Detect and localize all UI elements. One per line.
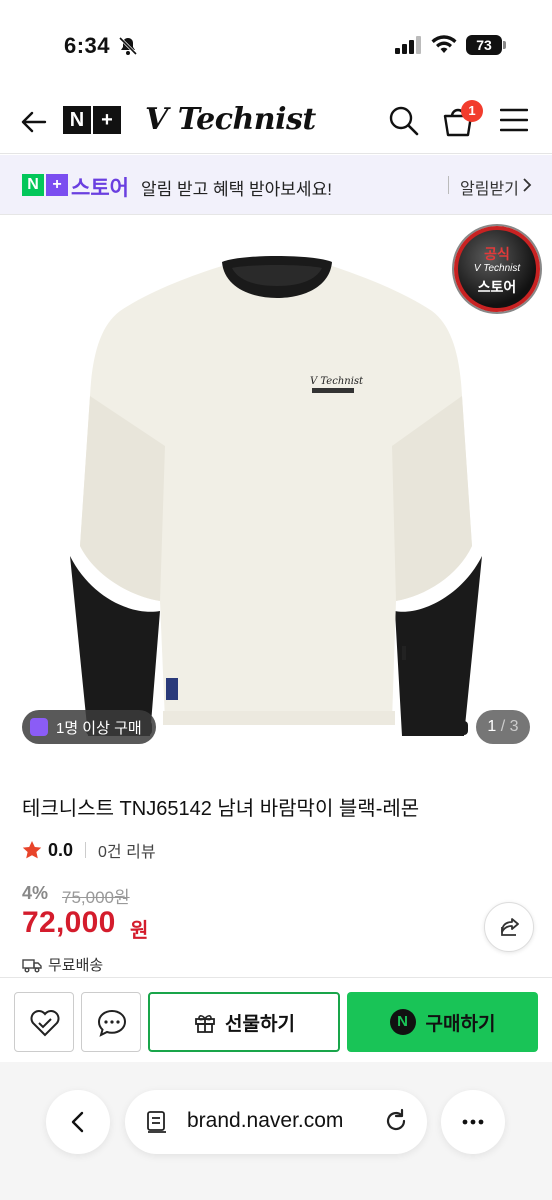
official-badge-line2: V Technist — [473, 263, 521, 274]
image-total: 3 — [509, 718, 519, 735]
discount-rate: 4% — [22, 883, 49, 903]
nplus-store-logo: N + — [22, 174, 68, 196]
store-label: 스토어 — [71, 177, 129, 200]
back-arrow-icon[interactable] — [18, 106, 50, 138]
store-logo-n: N — [22, 174, 44, 196]
shipping-info: 무료배송 — [22, 954, 103, 975]
rating-divider — [85, 842, 87, 858]
chevron-left-icon — [71, 1111, 84, 1133]
page-menu-icon[interactable] — [145, 1110, 169, 1134]
shopping-bag-icon — [30, 718, 48, 736]
share-icon — [501, 918, 519, 936]
address-bar[interactable]: brand.naver.com — [125, 1090, 427, 1154]
sale-price: 72,000 — [22, 906, 116, 939]
banner-divider — [448, 176, 449, 194]
battery-tip — [503, 41, 506, 49]
notification-banner[interactable]: N + 스토어 알림 받고 혜택 받아보세요! 알림받기 — [0, 155, 552, 215]
talk-talk-button[interactable] — [81, 992, 141, 1052]
nplus-logo[interactable]: N + — [63, 106, 121, 134]
official-badge-line3: 스토어 — [477, 279, 517, 295]
status-bar: 6:34 73 — [0, 0, 552, 90]
rating-score: 0.0 — [48, 839, 74, 860]
more-dots-icon — [462, 1119, 484, 1125]
search-icon[interactable] — [388, 105, 420, 137]
browser-toolbar: brand.naver.com — [0, 1062, 552, 1200]
subscribe-alert-link[interactable]: 알림받기 — [460, 175, 519, 199]
gift-icon — [195, 1015, 215, 1033]
shipping-label: 무료배송 — [48, 957, 104, 974]
wifi-icon — [431, 35, 457, 53]
status-time: 6:34 — [64, 33, 111, 58]
rating-row[interactable]: 0.0 0건 리뷰 — [22, 838, 156, 862]
heart-check-icon — [30, 1010, 60, 1037]
chevron-right-icon — [523, 178, 532, 192]
chest-logo-text: V Technist — [310, 376, 364, 387]
chat-bubble-icon — [97, 1009, 127, 1037]
npay-icon: N — [389, 1009, 416, 1035]
more-options-button[interactable] — [441, 1090, 505, 1154]
gift-button-label: 선물하기 — [225, 1013, 295, 1035]
bell-muted-icon — [118, 36, 138, 56]
image-separator: / — [496, 718, 510, 735]
official-store-badge: 공식 V Technist 스토어 — [454, 226, 540, 312]
purchase-count-chip: 1명 이상 구매 — [22, 710, 156, 744]
star-icon — [22, 841, 42, 859]
browser-back-button[interactable] — [46, 1090, 110, 1154]
wishlist-button[interactable] — [14, 992, 74, 1052]
image-counter: 1 / 3 — [476, 710, 530, 744]
hamburger-menu-icon[interactable] — [500, 108, 528, 132]
buy-button-label: 구매하기 — [425, 1013, 496, 1035]
price-currency: 원 — [130, 920, 149, 942]
buy-now-button[interactable]: N 구매하기 — [347, 992, 538, 1052]
nplus-logo-n: N — [63, 106, 91, 134]
review-count-link[interactable]: 0건 리뷰 — [98, 838, 156, 862]
url-text: brand.naver.com — [187, 1109, 344, 1132]
image-current: 1 — [487, 718, 497, 735]
gift-button[interactable]: 선물하기 — [148, 992, 340, 1052]
store-logo-plus: + — [46, 174, 68, 196]
top-nav: N + V Technist 1 — [0, 90, 552, 154]
original-price: 75,000원 — [62, 888, 130, 907]
official-badge-line1: 공식 — [484, 246, 510, 262]
nplus-logo-plus: + — [93, 106, 121, 134]
cellular-signal-icon — [395, 36, 421, 54]
banner-message: 알림 받고 혜택 받아보세요! — [141, 180, 332, 199]
product-title: 테크니스트 TNJ65142 남녀 바람막이 블랙-레몬 — [22, 798, 420, 820]
cart-count-badge: 1 — [461, 100, 483, 122]
battery-indicator: 73 — [466, 35, 502, 55]
purchase-count-label: 1명 이상 구매 — [56, 719, 142, 737]
purchase-action-bar: 선물하기 N 구매하기 — [0, 977, 552, 1061]
brand-logo[interactable]: V Technist — [145, 102, 316, 137]
share-button[interactable] — [484, 902, 534, 952]
truck-icon — [22, 958, 42, 972]
reload-icon[interactable] — [383, 1108, 409, 1134]
